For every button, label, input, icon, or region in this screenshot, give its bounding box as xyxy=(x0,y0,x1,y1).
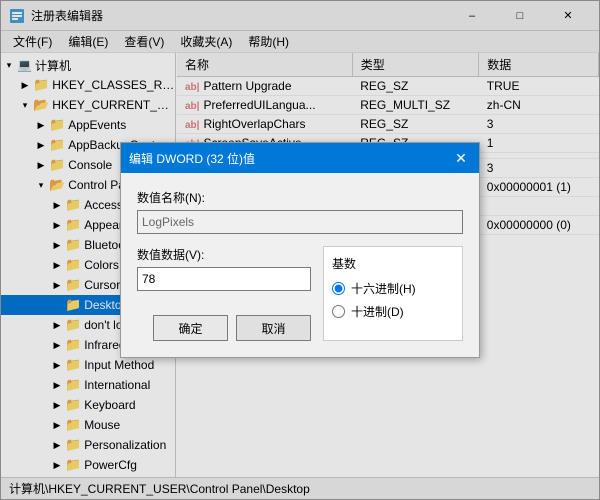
base-section: 基数 十六进制(H) 十进制(D) xyxy=(323,246,463,341)
hex-radio[interactable] xyxy=(332,282,345,295)
dialog-close-button[interactable]: ✕ xyxy=(451,148,471,168)
dialog-title: 编辑 DWORD (32 位)值 xyxy=(129,150,255,167)
name-label: 数值名称(N): xyxy=(137,189,463,206)
name-field-group: 数值名称(N): xyxy=(137,189,463,246)
dec-radio[interactable] xyxy=(332,305,345,318)
dialog-title-bar: 编辑 DWORD (32 位)值 ✕ xyxy=(121,143,479,173)
dialog-overlay: 编辑 DWORD (32 位)值 ✕ 数值名称(N): 数值数据(V): 确定 xyxy=(0,0,600,500)
dec-radio-item[interactable]: 十进制(D) xyxy=(332,303,454,320)
dialog-lower: 数值数据(V): 确定 取消 基数 十六进制(H) xyxy=(137,246,463,341)
dec-label: 十进制(D) xyxy=(351,303,404,320)
hex-label: 十六进制(H) xyxy=(351,280,416,297)
dialog-buttons: 确定 取消 xyxy=(137,315,311,341)
cancel-button[interactable]: 取消 xyxy=(236,315,311,341)
confirm-button[interactable]: 确定 xyxy=(153,315,228,341)
data-input[interactable] xyxy=(137,267,311,291)
base-title: 基数 xyxy=(332,255,454,272)
hex-radio-item[interactable]: 十六进制(H) xyxy=(332,280,454,297)
dialog-body: 数值名称(N): 数值数据(V): 确定 取消 基数 xyxy=(121,173,479,357)
name-input[interactable] xyxy=(137,210,463,234)
value-section: 数值数据(V): 确定 取消 xyxy=(137,246,311,341)
data-label: 数值数据(V): xyxy=(137,246,311,263)
edit-dword-dialog: 编辑 DWORD (32 位)值 ✕ 数值名称(N): 数值数据(V): 确定 xyxy=(120,142,480,358)
